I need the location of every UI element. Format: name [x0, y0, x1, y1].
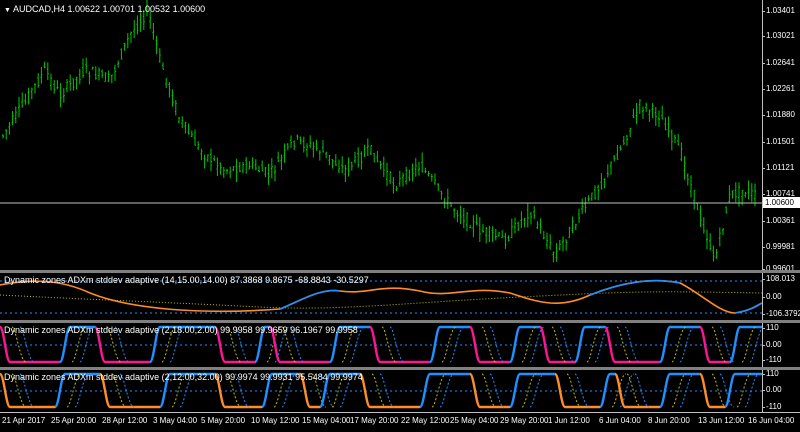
signal-dotted: [616, 326, 632, 363]
indicator-pane-3[interactable]: Dynamic zones ADXm stddev adaptive (2,12…: [0, 370, 762, 412]
signal-dotted: [711, 373, 727, 408]
signal-dotted: [521, 326, 537, 363]
price-tick: 1.03401: [762, 6, 795, 15]
signal-dotted: [736, 373, 752, 408]
current-price-box: 1.00600: [763, 197, 800, 208]
signal-dotted: [371, 373, 387, 408]
indicator-pane-1[interactable]: Dynamic zones ADXm stddev adaptive (14,1…: [0, 273, 762, 320]
signal-dotted: [481, 326, 497, 363]
time-label: 17 May 20:00: [350, 416, 399, 425]
indicator-2-label: Dynamic zones ADXm stddev adaptive (2,18…: [4, 325, 358, 335]
time-label: 1 Jun 12:00: [548, 416, 590, 425]
chart-menu-arrow-icon[interactable]: ▼: [4, 7, 11, 14]
time-label: 16 Jun 04:00: [748, 416, 795, 425]
indicator-3-axis[interactable]: 110 0.00 -110: [761, 369, 800, 412]
scale-tick: 0.00: [762, 292, 782, 301]
price-tick: 1.01880: [762, 110, 795, 119]
indicator-1-label: Dynamic zones ADXm stddev adaptive (14,1…: [4, 275, 369, 285]
step-segment: [538, 325, 575, 364]
time-label: 25 May 04:00: [450, 416, 499, 425]
signal-dotted: [586, 326, 602, 363]
oscillator-orange: [0, 279, 762, 314]
time-label: 13 Jun 12:00: [698, 416, 745, 425]
scale-tick: 110: [762, 323, 779, 332]
signal-dotted: [741, 326, 757, 363]
price-tick: 1.01501: [762, 137, 795, 146]
time-label: 28 Apr 12:00: [102, 416, 148, 425]
signal-dotted: [626, 373, 642, 408]
time-label: 15 May 04:00: [302, 416, 351, 425]
price-tick: 1.03021: [762, 31, 795, 40]
time-label: 5 May 20:00: [201, 416, 246, 425]
scale-tick: 0.00: [762, 385, 782, 394]
time-label: 29 May 20:00: [500, 416, 549, 425]
chart-title: ▼ AUDCAD,H4 1.00622 1.00701 1.00532 1.00…: [4, 4, 205, 14]
signal-dotted: [381, 326, 397, 363]
scale-tick: 110: [762, 369, 779, 378]
time-label: 10 May 12:00: [251, 416, 300, 425]
signal-dotted: [551, 326, 567, 363]
signal-dotted: [671, 326, 687, 363]
price-tick: 0.99981: [762, 242, 795, 251]
scale-tick: -110: [761, 402, 782, 411]
signal-dotted: [671, 373, 687, 408]
price-tick: 1.02641: [762, 58, 795, 67]
signal-dotted: [431, 373, 447, 408]
signal-dotted: [481, 373, 497, 408]
time-label: 22 May 12:00: [401, 416, 450, 425]
step-segment: [598, 372, 615, 409]
main-chart-pane[interactable]: ▼ AUDCAD,H4 1.00622 1.00701 1.00532 1.00…: [0, 0, 762, 270]
oscillator-blue: [589, 279, 681, 296]
oscillator-blue: [279, 289, 341, 310]
oscillator-blue: [734, 302, 762, 314]
time-label: 25 Apr 20:00: [51, 416, 97, 425]
time-label: 6 Jun 04:00: [599, 416, 641, 425]
indicator-2-axis[interactable]: 110 0.00 -110: [761, 323, 800, 367]
price-axis[interactable]: 1.03401 1.03021 1.02641 1.02261 1.01880 …: [761, 0, 800, 273]
signal-dotted: [521, 373, 537, 408]
indicator-pane-2[interactable]: Dynamic zones ADXm stddev adaptive (2,18…: [0, 323, 762, 367]
signal-dotted: [566, 373, 582, 408]
time-label: 3 May 04:00: [153, 416, 198, 425]
symbol-quote: AUDCAD,H4 1.00622 1.00701 1.00532 1.0060…: [12, 4, 206, 14]
scale-tick: 108.013: [762, 274, 795, 283]
price-chart[interactable]: [0, 0, 762, 270]
indicator-3-label: Dynamic zones ADXm stddev adaptive (2,12…: [4, 372, 363, 382]
time-label: 21 Apr 2017: [2, 416, 46, 425]
time-label: 8 Jun 20:00: [648, 416, 690, 425]
indicator-1-axis[interactable]: 108.013 0.00 -106.3792: [761, 273, 800, 320]
scale-tick: 0.00: [762, 340, 782, 349]
signal-dotted: [441, 326, 457, 363]
signal-dotted: [711, 326, 727, 363]
scale-tick: -106.3792: [761, 309, 800, 318]
price-tick: 1.01121: [761, 163, 795, 172]
time-axis[interactable]: 21 Apr 2017 25 Apr 20:00 28 Apr 12:00 3 …: [0, 412, 800, 432]
price-tick: 1.02261: [762, 84, 795, 93]
price-tick: 1.00361: [762, 216, 795, 225]
scale-tick: -110: [761, 355, 782, 364]
